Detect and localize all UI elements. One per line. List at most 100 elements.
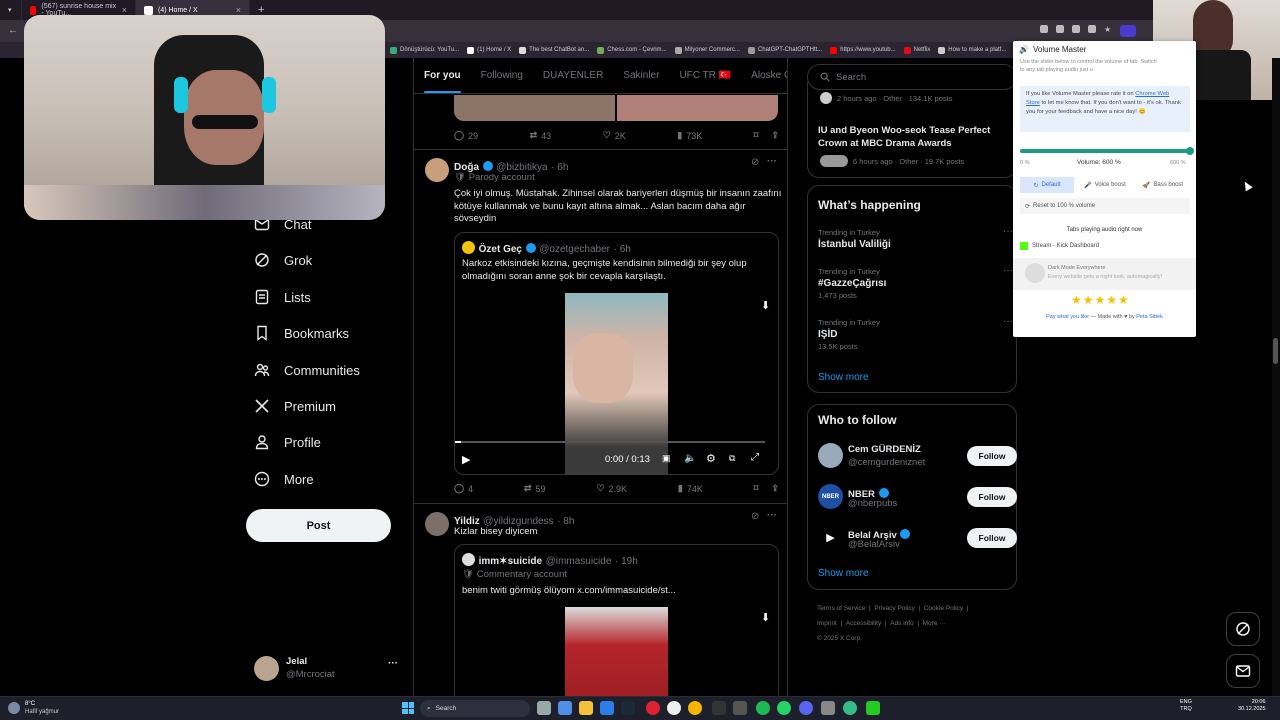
tab-for-you[interactable]: For you [414,58,471,93]
quoted-post[interactable]: imm✶suicide @immasuicide · 19h 🛡 Comment… [454,544,779,720]
more-dots-icon[interactable]: ··· [388,658,398,669]
app-icon[interactable] [866,701,880,715]
clock[interactable]: 20:06 30.12.2025 [1238,699,1266,713]
follow-suggestion[interactable]: ▶ Belal Arşiv @BelalArsiv Follow [818,524,1017,554]
bookmark-item[interactable]: Milyoner Commerc... [674,46,740,54]
app-icon[interactable] [558,701,572,715]
cast-icon[interactable] [1072,25,1080,33]
account-switcher[interactable]: Jelal @Mrcrociat ··· [254,654,404,684]
views-button[interactable]: ▮ 74K [678,483,703,494]
dark-mode-ad[interactable]: Dark Mode Everywhere Every website gets … [1013,258,1196,290]
news-headline[interactable]: IU and Byeon Woo-seok Tease Perfect Crow… [818,125,1008,150]
share-icon[interactable] [1088,25,1096,33]
steam-icon[interactable] [621,701,635,715]
more-options-icon[interactable]: ··· [767,510,777,521]
bookmark-item[interactable]: Netflix [903,46,930,54]
views-button[interactable]: ▮ 73K [677,130,702,141]
app-icon[interactable] [843,701,857,715]
grok-icon[interactable]: ⊘ [751,511,759,522]
trend-item[interactable]: 2 hours ago · Other · 134.1K posts [820,92,952,104]
follow-suggestion[interactable]: NBER NBER @nberpubs Follow [818,483,1017,513]
tab-ufc-tr[interactable]: UFC TR 🇹🇷 [669,58,741,93]
follow-suggestion[interactable]: Cem GÜRDENİZ @cemgurdeniznet Follow [818,442,1017,472]
terms-link[interactable]: Terms of Service [817,605,865,612]
chrome-icon[interactable] [688,701,702,715]
bookmark-item[interactable]: Dönüştürücü: YouTu... [390,46,459,54]
show-more-link[interactable]: Show more [818,372,869,383]
reset-volume-button[interactable]: ⟳ Reset to 100 % volume [1020,198,1190,214]
more-options-icon[interactable]: ··· [1003,265,1013,276]
pay-link[interactable]: Pay what you like [1046,314,1089,320]
volume-slider-knob[interactable] [1186,147,1194,155]
whatsapp-icon[interactable] [777,701,791,715]
zoom-icon[interactable] [1056,25,1064,33]
voice-boost-button[interactable]: 🎤 Voice boost [1078,177,1132,193]
bookmark-item[interactable]: The best ChatBot an... [519,46,589,54]
follow-button[interactable]: Follow [967,528,1017,548]
volume-slider[interactable] [1020,147,1194,155]
extension-icon[interactable] [1040,25,1048,33]
scrollbar-thumb[interactable] [1273,338,1278,364]
avatar[interactable] [425,512,449,536]
messages-floating-button[interactable] [1226,654,1260,688]
download-icon[interactable]: ⬇ [761,611,770,624]
close-tab-icon[interactable]: × [236,5,241,15]
more-options-icon[interactable]: ··· [767,156,777,167]
taskbar-search[interactable]: ⌕ Search [420,700,530,717]
tab-list-button[interactable]: ▾ [0,0,22,20]
volume-icon[interactable]: 🔈 [684,453,696,464]
app-icon[interactable] [712,701,726,715]
default-preset-button[interactable]: ↻ Default [1020,177,1074,193]
trend-item[interactable]: Trending in Turkey IŞİD 13.5K posts ··· [818,316,1013,351]
show-more-link[interactable]: Show more [818,568,869,579]
tab-aloske-gang[interactable]: Aloske Gang [741,58,787,93]
windows-start-icon[interactable] [402,702,414,714]
spotify-icon[interactable] [756,701,770,715]
discord-icon[interactable] [799,701,813,715]
nav-bookmarks[interactable]: Bookmarks [254,325,349,341]
tab-sakinler[interactable]: Sakinler [613,58,669,93]
captions-icon[interactable]: ▣ [662,453,671,464]
settings-icon[interactable]: ⚙ [706,452,716,465]
picture-in-picture-icon[interactable]: ⧉ [729,453,735,464]
follow-button[interactable]: Follow [967,446,1017,466]
repost-button[interactable]: ⇄ 43 [530,130,552,141]
rating-stars[interactable]: ★★★★★ [1071,293,1130,307]
tab-following[interactable]: Following [471,58,533,93]
bookmark-item[interactable]: ChatGPT-ChatGPTHtt... [747,46,822,54]
post-media[interactable] [454,95,778,121]
audio-tab-item[interactable]: Stream - Kick Dashboard [1020,242,1099,250]
nav-communities[interactable]: Communities [254,362,360,378]
ads-info-link[interactable]: Ads info [890,620,914,627]
like-button[interactable]: ♡ 2.9K [596,483,627,494]
bookmark-icon[interactable]: ⌑ [754,130,759,141]
post-item[interactable]: Doğa @bizbitikya · 6h ⊘ ··· 🛡 Parody acc… [414,150,787,502]
app-icon[interactable] [646,701,660,715]
app-icon[interactable] [667,701,681,715]
more-options-icon[interactable]: ··· [1003,316,1013,327]
cookie-link[interactable]: Cookie Policy [924,605,963,612]
input-language[interactable]: ENG TRQ [1180,699,1192,713]
imprint-link[interactable]: Imprint [817,620,837,627]
nav-grok[interactable]: Grok [254,252,312,268]
star-icon[interactable]: ★ [1104,25,1112,34]
repost-button[interactable]: ⇄ 59 [524,483,546,494]
task-view-icon[interactable] [537,701,551,715]
bass-boost-button[interactable]: 🚀 Bass boost [1136,177,1190,193]
reply-button[interactable]: ◯ 4 [454,483,473,494]
bookmark-item[interactable]: (1) Home / X [467,46,511,54]
grok-floating-button[interactable] [1226,612,1260,646]
nav-premium[interactable]: Premium [254,398,336,414]
close-tab-icon[interactable]: × [122,5,127,15]
app-icon[interactable] [600,701,614,715]
nav-profile[interactable]: Profile [254,434,321,450]
video-progress-track[interactable] [455,441,765,443]
page-scrollbar[interactable] [1272,58,1280,696]
nav-more[interactable]: More [254,471,314,487]
download-icon[interactable]: ⬇ [761,299,770,312]
back-icon[interactable]: ← [8,25,18,36]
bookmark-icon[interactable]: ⌑ [754,483,759,494]
bookmark-item[interactable]: Chess.com - Çevrim... [597,46,667,54]
grok-icon[interactable]: ⊘ [751,157,759,168]
share-icon[interactable]: ⇪ [771,483,779,494]
